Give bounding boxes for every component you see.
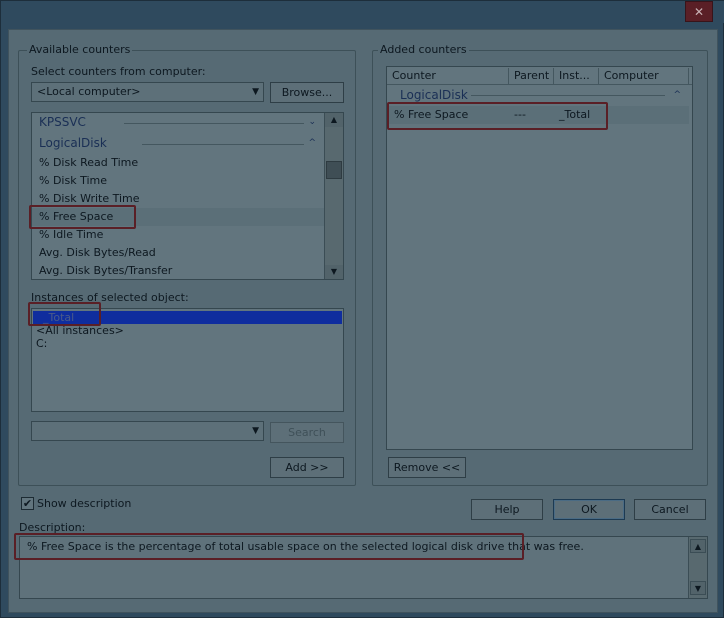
help-button[interactable]: Help (471, 499, 543, 520)
description-label: Description: (19, 521, 86, 534)
added-counters-table[interactable]: Counter Parent Inst... Computer LogicalD… (386, 66, 693, 450)
chevron-down-icon: ⌄ (308, 117, 316, 127)
counter-item[interactable]: Avg. Disk Bytes/Transfer (32, 262, 324, 279)
add-button[interactable]: Add >> (270, 457, 344, 478)
table-header: Counter Parent Inst... Computer (387, 67, 692, 85)
object-row-kpssvc[interactable]: KPSSVC ⌄ (32, 113, 324, 131)
close-icon: ✕ (693, 4, 705, 19)
scroll-down-icon[interactable]: ▼ (325, 265, 343, 279)
close-button[interactable]: ✕ (685, 1, 713, 22)
dialog-body: Available counters Select counters from … (8, 29, 718, 613)
instances-label: Instances of selected object: (31, 291, 189, 304)
chevron-down-icon: ▼ (252, 426, 259, 436)
show-description-label[interactable]: Show description (37, 497, 131, 510)
description-textarea[interactable]: % Free Space is the percentage of total … (19, 536, 708, 599)
description-scrollbar[interactable]: ▲ ▼ (688, 537, 707, 598)
ok-button[interactable]: OK (553, 499, 625, 520)
scroll-down-icon[interactable]: ▼ (690, 581, 706, 595)
select-computer-label: Select counters from computer: (31, 65, 206, 78)
computer-select[interactable]: <Local computer> ▼ (31, 82, 264, 102)
title-bar (1, 1, 724, 23)
table-row[interactable]: % Free Space --- _Total (387, 106, 689, 124)
column-header-instance[interactable]: Inst... (554, 68, 599, 84)
computer-select-value: <Local computer> (37, 85, 141, 98)
cancel-button[interactable]: Cancel (634, 499, 706, 520)
object-row-logicaldisk[interactable]: LogicalDisk ^ (32, 134, 324, 152)
counter-item[interactable]: Avg. Disk Bytes/Read (32, 244, 324, 262)
available-counters-legend: Available counters (27, 43, 133, 56)
search-button[interactable]: Search (270, 422, 344, 443)
description-text: % Free Space is the percentage of total … (27, 540, 584, 553)
column-header-parent[interactable]: Parent (509, 68, 554, 84)
chevron-up-icon: ^ (673, 90, 681, 100)
chevron-down-icon: ▼ (252, 87, 259, 97)
counter-item[interactable]: % Disk Time (32, 172, 324, 190)
show-description-checkbox[interactable]: ✔ (21, 497, 34, 510)
browse-button[interactable]: Browse... (270, 82, 344, 103)
object-label: LogicalDisk (39, 136, 107, 150)
column-header-counter[interactable]: Counter (387, 68, 509, 84)
instance-item[interactable]: C: (36, 337, 47, 350)
chevron-up-icon: ^ (308, 138, 316, 148)
instance-item[interactable]: <All instances> (36, 324, 124, 337)
remove-button[interactable]: Remove << (388, 457, 466, 478)
counter-item-selected[interactable]: % Free Space (32, 208, 324, 226)
checkmark-icon: ✔ (22, 497, 33, 510)
counters-list[interactable]: KPSSVC ⌄ LogicalDisk ^ % Disk Read Time … (31, 112, 344, 280)
counter-item[interactable]: % Disk Read Time (32, 154, 324, 172)
object-label: KPSSVC (39, 115, 86, 129)
search-input[interactable]: ▼ (31, 421, 264, 441)
added-counters-legend: Added counters (378, 43, 469, 56)
add-counters-dialog: ✕ Available counters Select counters fro… (0, 0, 724, 618)
counter-item[interactable]: % Disk Write Time (32, 190, 324, 208)
group-label: LogicalDisk (400, 88, 468, 102)
column-header-computer[interactable]: Computer (599, 68, 689, 84)
scroll-thumb[interactable] (326, 161, 342, 179)
cell-parent: --- (514, 108, 526, 121)
counters-scrollbar[interactable]: ▲ ▼ (324, 113, 343, 279)
scroll-up-icon[interactable]: ▲ (325, 113, 343, 127)
object-divider (142, 144, 304, 145)
scroll-up-icon[interactable]: ▲ (690, 539, 706, 553)
instances-list[interactable]: _Total <All instances> C: (31, 308, 344, 412)
instance-item-selected[interactable]: _Total (33, 311, 342, 324)
object-divider (124, 123, 304, 124)
group-divider (471, 95, 665, 96)
counter-item[interactable]: % Idle Time (32, 226, 324, 244)
cell-counter: % Free Space (394, 108, 469, 121)
cell-instance: _Total (559, 108, 591, 121)
